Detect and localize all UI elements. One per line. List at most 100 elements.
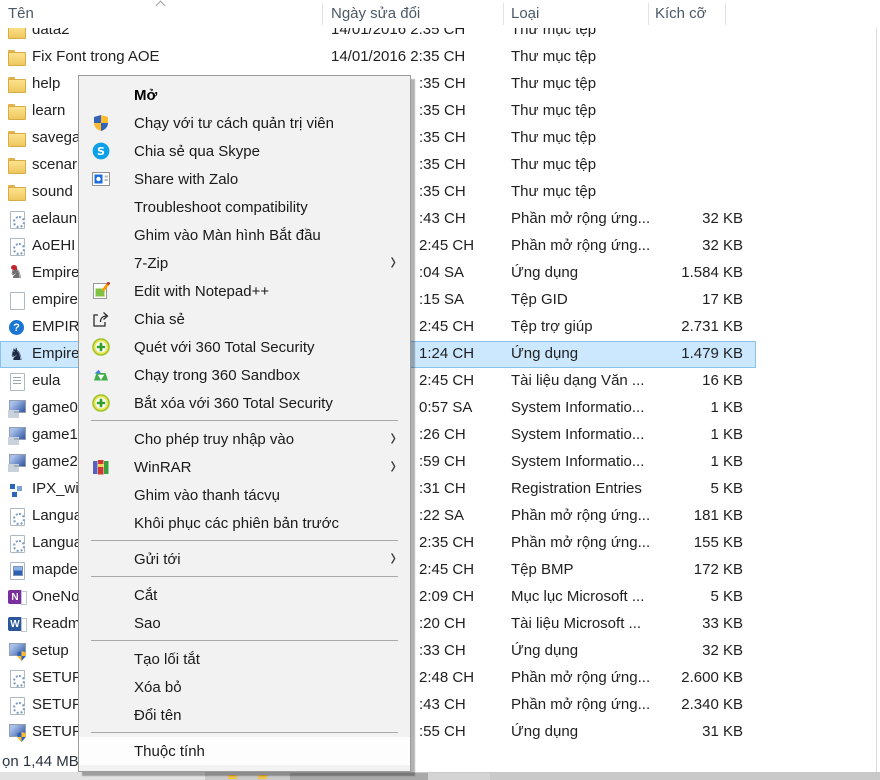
menu-item-label: Khôi phục các phiên bản trước	[134, 515, 339, 532]
file-date-modified: 2:48 CH	[419, 669, 474, 686]
help-icon	[8, 319, 26, 336]
file-size: 31 KB	[610, 723, 743, 740]
menu-item-open[interactable]: Mở	[79, 81, 410, 109]
horizontal-scrollbar[interactable]	[0, 772, 880, 780]
shield360-icon	[91, 337, 111, 357]
column-divider[interactable]	[503, 3, 504, 25]
share-icon	[91, 309, 111, 329]
menu-item-label: Mở	[134, 87, 157, 104]
folder-icon	[8, 103, 26, 120]
file-date-modified: :15 SA	[419, 291, 464, 308]
file-size: 16 KB	[610, 372, 743, 389]
file-date-modified: 0:57 SA	[419, 399, 472, 416]
file-name: sound	[32, 183, 73, 200]
file-size: 5 KB	[610, 588, 743, 605]
file-name: game1	[32, 426, 78, 443]
file-type: Thư mục tệp	[511, 183, 596, 200]
menu-item-edit-with-notepadpp[interactable]: Edit with Notepad++	[79, 277, 410, 305]
menu-icon-slot	[91, 549, 111, 569]
file-date-modified: :35 CH	[419, 156, 466, 173]
column-divider[interactable]	[725, 3, 726, 25]
file-size: 5 KB	[610, 480, 743, 497]
file-type: Tệp trợ giúp	[511, 318, 593, 335]
gear-file-icon	[8, 211, 26, 228]
menu-icon-slot	[91, 705, 111, 725]
notepadpp-icon	[91, 281, 111, 301]
file-type: Thư mục tệp	[511, 75, 596, 92]
scrollbar-thumb[interactable]	[290, 773, 428, 780]
file-type: Ứng dụng	[511, 345, 578, 362]
file-date-modified: 2:45 CH	[419, 372, 474, 389]
file-date-modified: :26 CH	[419, 426, 466, 443]
menu-item-scan-with-360[interactable]: Quét với 360 Total Security	[79, 333, 410, 361]
file-date-modified: :31 CH	[419, 480, 466, 497]
submenu-arrow-icon: ›	[390, 423, 396, 453]
file-date-modified: 2:45 CH	[419, 561, 474, 578]
column-header-date-modified[interactable]: Ngày sửa đổi	[331, 5, 420, 22]
menu-item-share-via-skype[interactable]: SChia sẻ qua Skype	[79, 137, 410, 165]
menu-item-pin-to-taskbar[interactable]: Ghim vào thanh tácvụ	[79, 481, 410, 509]
menu-item-grant-access-to[interactable]: Cho phép truy nhập vào ›	[79, 425, 410, 453]
menu-separator	[91, 576, 398, 577]
menu-item-delete[interactable]: Xóa bỏ	[79, 673, 410, 701]
file-name: aelaun	[32, 210, 77, 227]
menu-item-label: Chia sẻ	[134, 311, 185, 328]
menu-icon-slot	[91, 613, 111, 633]
menu-item-create-shortcut[interactable]: Tạo lối tắt	[79, 645, 410, 673]
scrollbar-segment	[428, 773, 490, 780]
menu-item-label: Edit with Notepad++	[134, 283, 269, 300]
menu-item-share[interactable]: Chia sẻ	[79, 305, 410, 333]
menu-item-winrar[interactable]: WinRAR›	[79, 453, 410, 481]
column-header-row: Tên Ngày sửa đổi Loại Kích cỡ	[0, 0, 880, 28]
file-size: 2.731 KB	[610, 318, 743, 335]
column-header-type[interactable]: Loại	[511, 5, 539, 22]
menu-item-cut[interactable]: Cắt	[79, 581, 410, 609]
onenote-icon	[8, 589, 26, 606]
column-header-name[interactable]: Tên	[8, 5, 34, 22]
menu-item-run-in-360-sandbox[interactable]: Chạy trong 360 Sandbox	[79, 361, 410, 389]
menu-item-restore-previous-versions[interactable]: Khôi phục các phiên bản trước	[79, 509, 410, 537]
scrollbar-segment	[0, 772, 205, 780]
file-size: 2.600 KB	[610, 669, 743, 686]
file-date-modified: :20 CH	[419, 615, 466, 632]
menu-item-label: Cắt	[134, 587, 157, 604]
menu-item-copy[interactable]: Sao	[79, 609, 410, 637]
menu-item-7-zip[interactable]: 7-Zip›	[79, 249, 410, 277]
menu-item-label: Chạy trong 360 Sandbox	[134, 367, 300, 384]
menu-item-share-with-zalo[interactable]: Share with Zalo	[79, 165, 410, 193]
menu-item-label: Gửi tới	[134, 551, 181, 568]
column-header-size[interactable]: Kích cỡ	[655, 5, 707, 22]
menu-icon-slot	[91, 197, 111, 217]
menu-icon-slot	[91, 649, 111, 669]
file-date-modified: :35 CH	[419, 75, 466, 92]
taskbar-icon-peek	[228, 775, 237, 779]
file-name: AoEHI	[32, 237, 75, 254]
file-date-modified: :04 SA	[419, 264, 464, 281]
file-type: Thư mục tệp	[511, 129, 596, 146]
file-size: 32 KB	[610, 210, 743, 227]
menu-item-properties[interactable]: Thuộc tính	[79, 737, 410, 765]
column-divider[interactable]	[648, 3, 649, 25]
menu-item-block-delete-360[interactable]: Bắt xóa với 360 Total Security	[79, 389, 410, 417]
column-divider[interactable]	[322, 3, 323, 25]
file-row[interactable]: Fix Font trong AOE14/01/2016 2:35 CHThư …	[0, 44, 880, 71]
zalo-icon	[91, 169, 111, 189]
menu-item-label: Cho phép truy nhập vào	[134, 431, 294, 448]
menu-item-run-as-admin[interactable]: Chạy với tư cách quản trị viên	[79, 109, 410, 137]
menu-item-send-to[interactable]: Gửi tới›	[79, 545, 410, 573]
menu-item-rename[interactable]: Đổi tên	[79, 701, 410, 729]
file-type: Ứng dụng	[511, 723, 578, 740]
menu-item-troubleshoot-compatibility[interactable]: Troubleshoot compatibility	[79, 193, 410, 221]
file-date-modified: :59 CH	[419, 453, 466, 470]
menu-item-pin-to-start[interactable]: Ghim vào Màn hình Bắt đầu	[79, 221, 410, 249]
file-size: 32 KB	[610, 237, 743, 254]
file-name: Langua	[32, 534, 82, 551]
status-bar-selection-size: ọn 1,44 MB	[2, 753, 79, 770]
context-menu: MởChạy với tư cách quản trị viênSChia sẻ…	[78, 75, 411, 772]
menu-icon-slot	[91, 513, 111, 533]
svg-text:S: S	[97, 145, 105, 158]
uac-shield-icon	[91, 113, 111, 133]
menu-item-label: Bắt xóa với 360 Total Security	[134, 395, 333, 412]
monitor-icon	[8, 400, 26, 417]
sort-ascending-icon	[156, 0, 166, 8]
